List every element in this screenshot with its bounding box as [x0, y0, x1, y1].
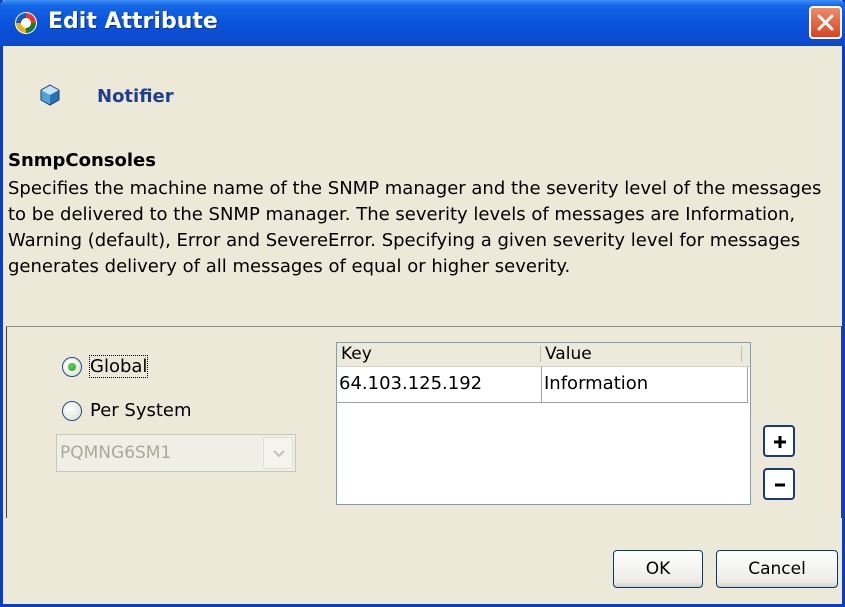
value-panel: Global Per System PQMNG6SM1 Key Value 64… [6, 326, 842, 518]
global-radio-label[interactable]: Global [88, 355, 149, 378]
table-row[interactable]: 64.103.125.192 Information [337, 367, 748, 403]
key-value-table[interactable]: Key Value 64.103.125.192 Information [336, 342, 751, 505]
per-system-radio-label[interactable]: Per System [90, 400, 192, 421]
ok-button[interactable]: OK [613, 550, 703, 588]
add-row-button[interactable] [763, 425, 795, 457]
global-radio[interactable] [62, 357, 82, 377]
minus-icon [775, 483, 785, 487]
chevron-down-icon [273, 450, 285, 458]
cell-key[interactable]: 64.103.125.192 [337, 367, 542, 403]
plus-icon [774, 436, 786, 448]
edit-attribute-dialog: Edit Attribute Notifier SnmpConsoles Spe… [0, 0, 845, 607]
window-title: Edit Attribute [48, 9, 218, 34]
column-divider[interactable] [741, 346, 742, 362]
notifier-label: Notifier [97, 86, 174, 107]
system-select-value: PQMNG6SM1 [60, 443, 172, 463]
cancel-button[interactable]: Cancel [716, 550, 838, 588]
remove-row-button[interactable] [763, 468, 795, 500]
column-header-key[interactable]: Key [337, 343, 541, 366]
system-select: PQMNG6SM1 [56, 434, 296, 472]
close-icon [817, 14, 834, 31]
cell-value[interactable]: Information [542, 367, 748, 403]
attribute-name: SnmpConsoles [8, 150, 156, 171]
gear-sync-icon [14, 11, 38, 35]
radio-selected-dot [68, 363, 76, 371]
attribute-description: Specifies the machine name of the SNMP m… [8, 178, 822, 277]
column-header-value[interactable]: Value [541, 343, 741, 366]
title-bar[interactable]: Edit Attribute [0, 0, 845, 46]
cube-icon [39, 84, 61, 106]
table-header: Key Value [337, 343, 750, 367]
system-select-dropdown-button [263, 437, 293, 469]
dialog-body: Notifier SnmpConsoles Specifies the mach… [3, 46, 842, 604]
per-system-radio[interactable] [62, 401, 82, 421]
close-button[interactable] [809, 6, 842, 39]
